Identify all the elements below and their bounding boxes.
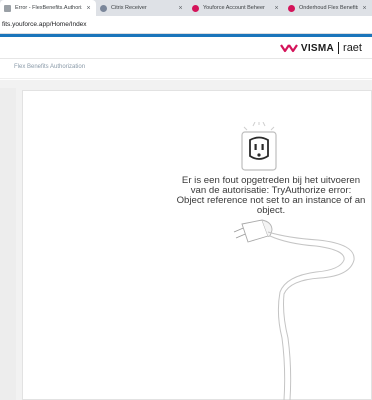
url-text[interactable]: fits.youforce.app/Home/Index <box>0 21 87 28</box>
app-header: VISMA raet <box>0 37 372 59</box>
tab-title: Error - FlexBenefits.Authorizati... <box>15 5 82 11</box>
close-icon[interactable]: × <box>273 5 280 12</box>
tab-error-flexbenefits[interactable]: Error - FlexBenefits.Authorizati... × <box>0 0 96 16</box>
visma-raet-logo[interactable]: VISMA raet <box>279 40 362 56</box>
tab-title: Citrix Receiver <box>111 5 147 11</box>
address-bar[interactable]: fits.youforce.app/Home/Index <box>0 16 372 34</box>
left-rail <box>0 88 16 400</box>
unplugged-cable-icon <box>233 219 355 400</box>
citrix-icon <box>100 4 107 12</box>
app-name[interactable]: Flex Benefits Authorization <box>14 64 85 70</box>
browser-tab-strip: Error - FlexBenefits.Authorizati... × Ci… <box>0 0 372 16</box>
close-icon[interactable]: × <box>85 5 92 12</box>
sub-header: Flex Benefits Authorization <box>0 59 372 79</box>
youforce-icon <box>288 4 295 12</box>
visma-logo-icon <box>279 44 298 53</box>
youforce-icon <box>192 4 199 12</box>
logo-sub: raet <box>343 42 362 54</box>
tab-citrix-receiver[interactable]: Citrix Receiver × <box>96 0 188 16</box>
close-icon[interactable]: × <box>361 5 368 12</box>
unplugged-socket-icon <box>241 122 277 171</box>
logo-divider <box>338 42 340 54</box>
tab-youforce-account[interactable]: Youforce Account Beheer × <box>188 0 284 16</box>
logo-brand: VISMA <box>300 42 335 54</box>
tab-title: Youforce Account Beheer <box>203 5 265 11</box>
close-icon[interactable]: × <box>177 5 184 12</box>
error-message: Er is een fout opgetreden bij het uitvoe… <box>176 175 366 216</box>
tab-onderhoud-flex[interactable]: Onderhoud Flex Benefits op 3 ... × <box>284 0 372 16</box>
error-page-icon <box>4 4 11 12</box>
tab-title: Onderhoud Flex Benefits op 3 ... <box>299 5 358 11</box>
